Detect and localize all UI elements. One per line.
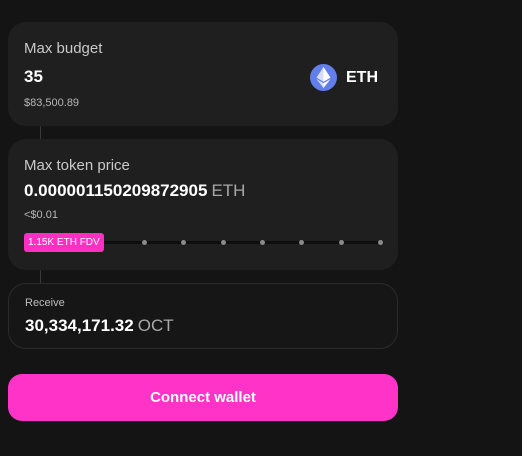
max-budget-input[interactable]: 35: [24, 67, 43, 87]
max-budget-label: Max budget: [24, 40, 103, 57]
max-budget-card: Max budget 35 $83,500.89 ETH: [8, 22, 398, 126]
ethereum-icon: [310, 64, 337, 91]
slider-stop[interactable]: [220, 240, 226, 245]
fdv-slider[interactable]: 1.15K ETH FDV: [24, 231, 383, 253]
receive-label: Receive: [25, 297, 65, 309]
swap-panel: Max budget 35 $83,500.89 ETH Max token p…: [0, 0, 522, 456]
receive-amount-value: 30,334,171.32 OCT: [25, 316, 174, 336]
token-symbol: ETH: [346, 68, 378, 86]
connector-line: [40, 126, 41, 139]
slider-thumb[interactable]: 1.15K ETH FDV: [24, 233, 104, 252]
max-token-price-amount: 0.000001150209872905: [24, 181, 208, 200]
max-budget-fiat-value: $83,500.89: [24, 97, 80, 109]
receive-card: Receive 30,334,171.32 OCT: [8, 283, 398, 349]
slider-stop[interactable]: [338, 240, 344, 245]
connector-line: [40, 270, 41, 283]
slider-stop[interactable]: [142, 240, 147, 245]
receive-unit: OCT: [137, 316, 174, 335]
slider-stop[interactable]: [299, 240, 305, 245]
connect-wallet-button[interactable]: Connect wallet: [8, 374, 398, 421]
max-token-price-card: Max token price 0.000001150209872905 ETH …: [8, 139, 398, 270]
slider-stop[interactable]: [260, 240, 265, 245]
receive-amount: 30,334,171.32: [25, 316, 134, 335]
slider-stop[interactable]: [181, 240, 187, 245]
max-token-price-unit: ETH: [211, 181, 246, 200]
max-token-price-input[interactable]: 0.000001150209872905 ETH: [24, 181, 245, 201]
max-token-price-label: Max token price: [24, 157, 130, 174]
max-token-price-fiat-value: <$0.01: [24, 209, 58, 221]
slider-stop[interactable]: [378, 240, 383, 245]
token-selector[interactable]: ETH: [310, 64, 378, 91]
